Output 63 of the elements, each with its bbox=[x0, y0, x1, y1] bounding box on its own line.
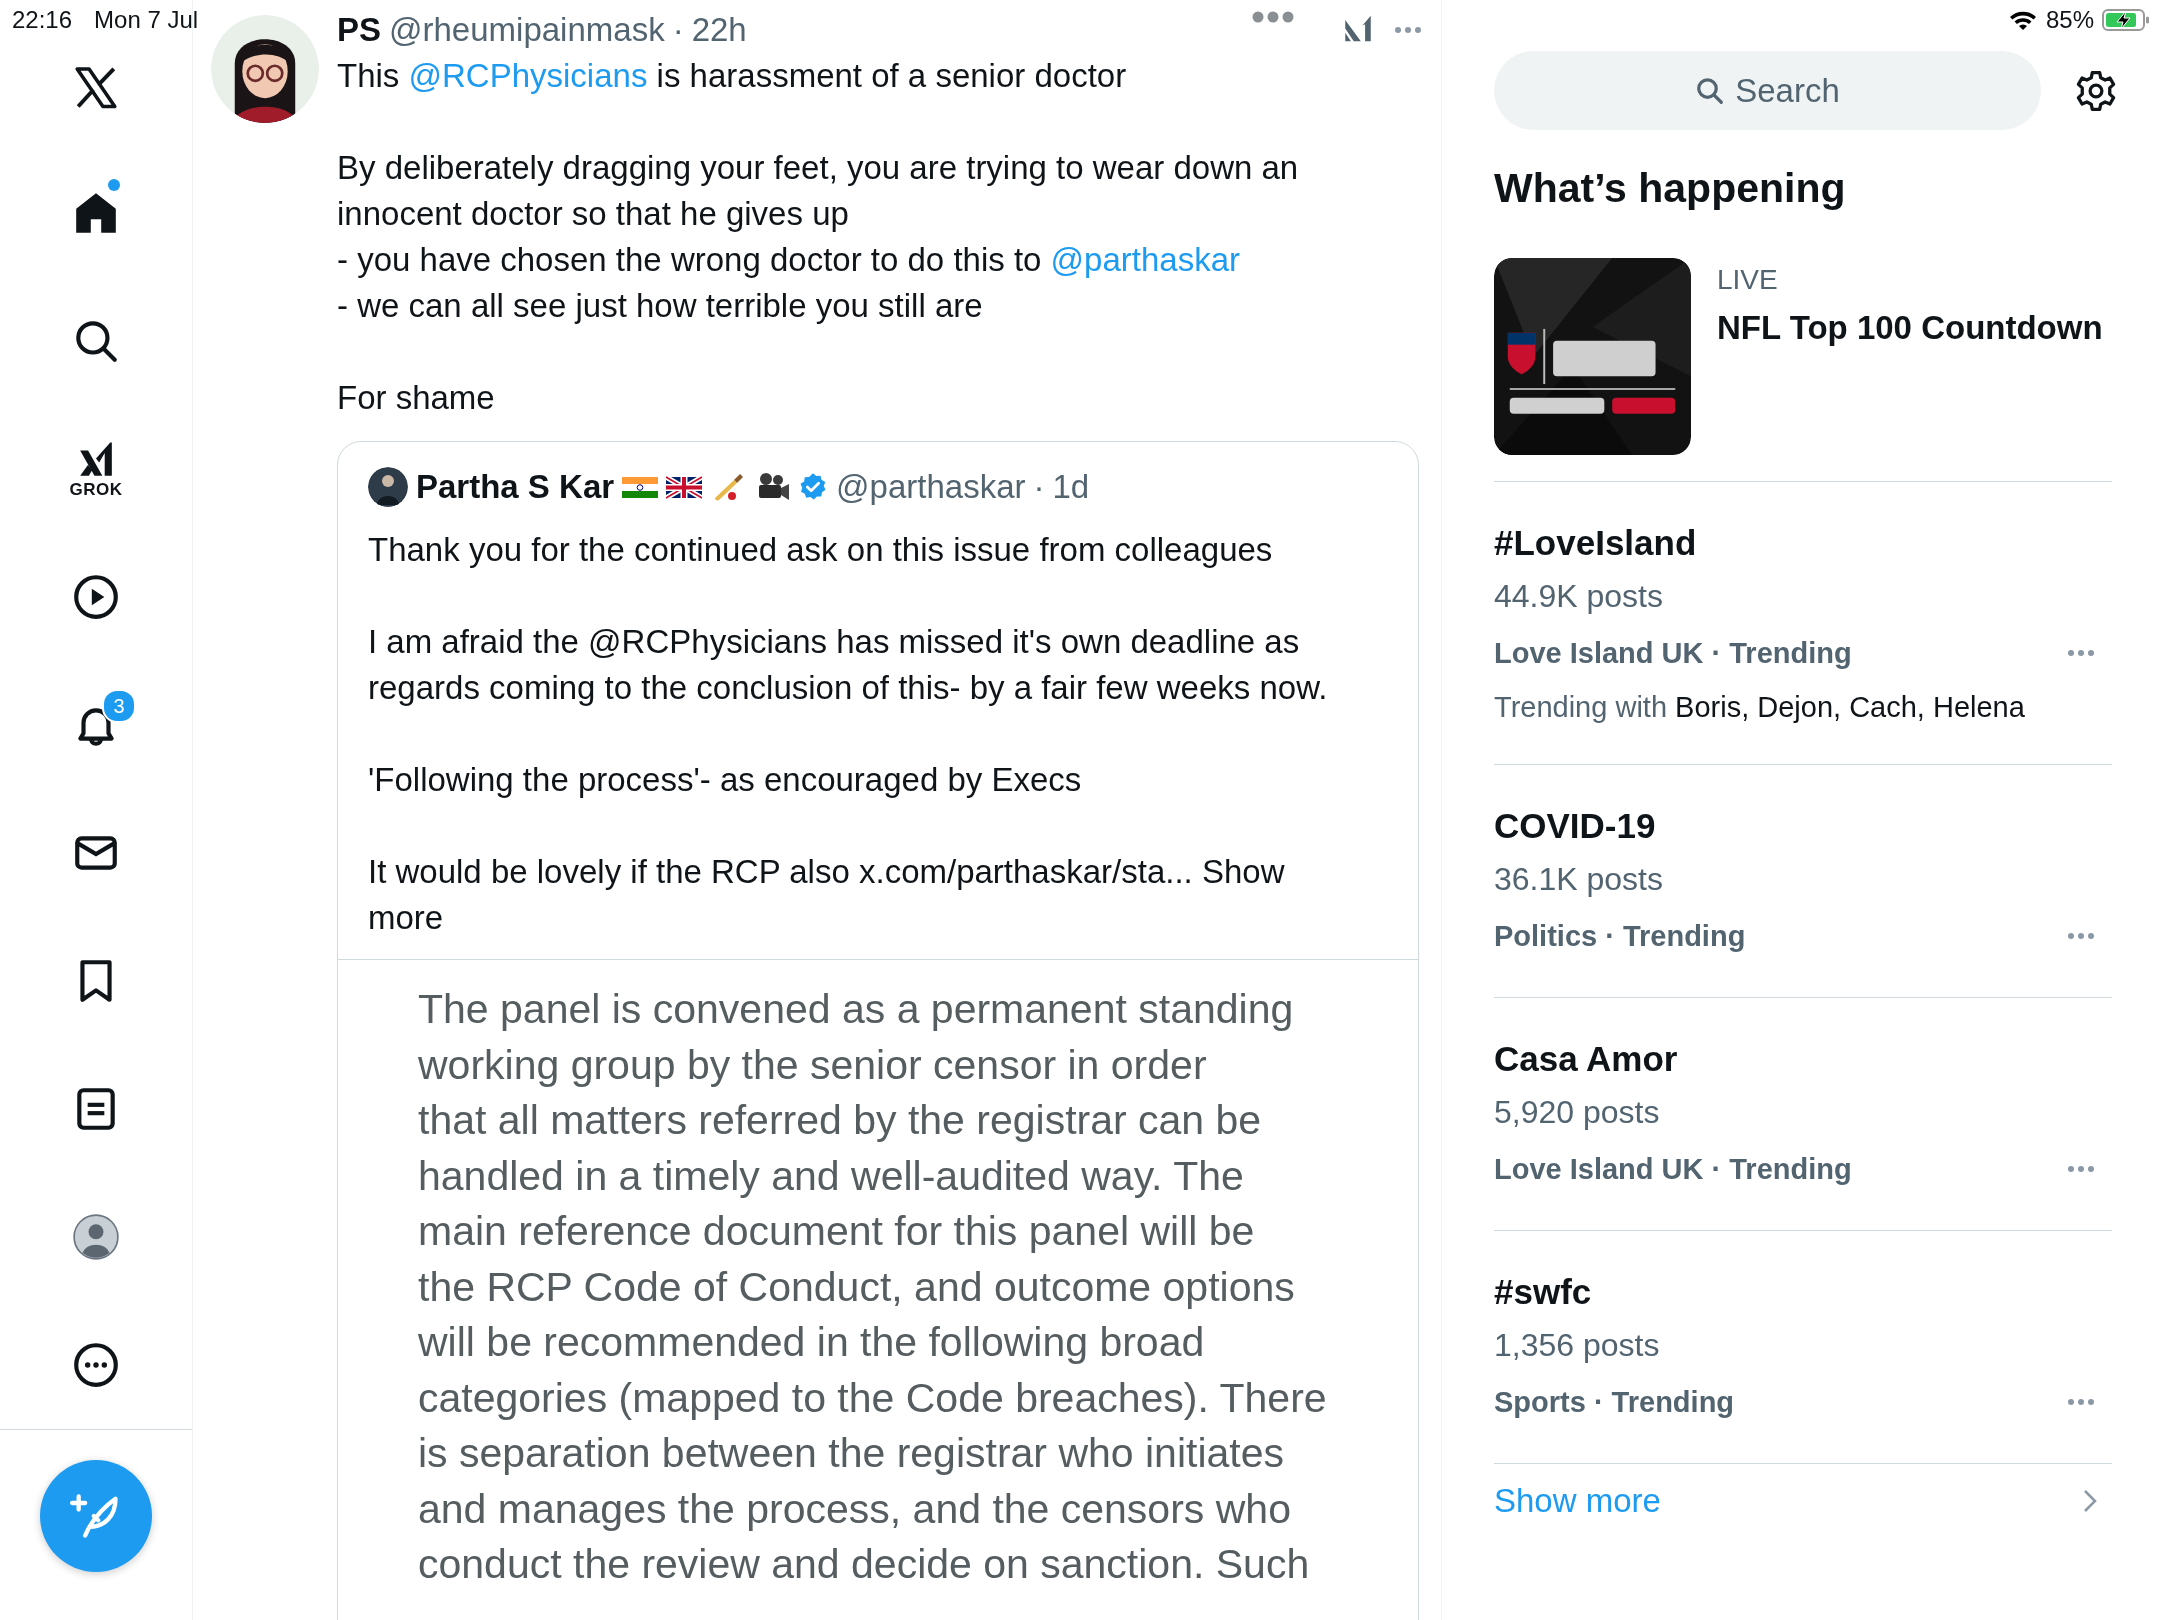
post-count: 36.1K posts bbox=[1494, 860, 1664, 899]
separator-dot: · bbox=[672, 11, 684, 49]
quoted-author-name[interactable]: Partha S Kar bbox=[416, 468, 615, 506]
trend-title[interactable]: COVID-19 bbox=[1494, 801, 2112, 851]
battery-percentage: 85% bbox=[2045, 6, 2094, 34]
section-heading: What’s happening bbox=[1494, 164, 1847, 213]
grok-nav-button[interactable]: GROK bbox=[36, 405, 156, 534]
separator-dot: · bbox=[1033, 468, 1045, 506]
post-text: - we can all see just how terrible you still are bbox=[337, 286, 984, 326]
document-text: the RCP Code of Conduct, and outcome options bbox=[418, 1262, 1296, 1312]
author-name[interactable]: PS bbox=[337, 11, 382, 49]
document-text: main reference document for this panel will be bbox=[418, 1207, 1256, 1256]
search-icon bbox=[1695, 75, 1726, 106]
compose-button[interactable] bbox=[40, 1460, 152, 1573]
trend-category: Politics · Trending bbox=[1494, 919, 1746, 954]
trend-title[interactable]: Casa Amor bbox=[1494, 1034, 2112, 1084]
more-icon[interactable] bbox=[1393, 25, 1423, 35]
status-date: Mon 7 Jul bbox=[94, 6, 199, 34]
document-text: and manages the process, and the censors who bbox=[418, 1484, 1292, 1534]
quoted-post-time: 1d bbox=[1052, 468, 1090, 506]
post-count: 5,920 posts bbox=[1494, 1093, 1661, 1132]
post-text: By deliberately dragging your feet, you are trying to wear down an innocent doctor so that he gives up bbox=[337, 148, 1300, 234]
document-text: is separation between the registrar who initiates bbox=[418, 1429, 1286, 1478]
more-icon[interactable] bbox=[2066, 648, 2096, 658]
live-event-card[interactable]: LIVE NFL Top 100 Countdown bbox=[1494, 258, 2112, 482]
trend-title[interactable]: #swfc bbox=[1494, 1267, 2112, 1317]
trend-category: Love Island UK · Trending bbox=[1494, 1152, 1852, 1187]
settings-icon[interactable] bbox=[2074, 68, 2118, 113]
trend-category: Sports · Trending bbox=[1494, 1385, 1735, 1420]
chevron-right-icon[interactable] bbox=[2082, 1488, 2098, 1514]
document-text: categories (mapped to the Code breaches). There bbox=[418, 1373, 1328, 1423]
quoted-post-text: Thank you for the continued ask on this issue from colleagues bbox=[368, 530, 1274, 570]
search-field[interactable]: Search bbox=[1494, 51, 2041, 130]
document-text: handled in a timely and well-audited way. The bbox=[418, 1151, 1245, 1201]
quoted-author-handle[interactable]: @parthaskar bbox=[836, 468, 1026, 506]
trend-category: Love Island UK · Trending bbox=[1494, 636, 1852, 671]
more-icon[interactable] bbox=[2066, 1397, 2096, 1407]
document-text: will be recommended in the following broad bbox=[418, 1318, 1206, 1367]
avatar-icon bbox=[368, 467, 408, 507]
more-icon[interactable] bbox=[2066, 931, 2096, 941]
trend-title[interactable]: #LoveIsland bbox=[1494, 518, 2112, 568]
notification-badge: 3 bbox=[102, 689, 136, 724]
document-text: that all matters referred by the registrar can be bbox=[418, 1096, 1263, 1145]
post-time: 22h bbox=[691, 11, 747, 49]
post-text: For shame bbox=[337, 378, 496, 418]
quoted-post-text: I am afraid the @RCPhysicians has missed it's own deadline as regards coming to the conclusion of this- by a fair few weeks now. bbox=[368, 622, 1329, 708]
quoted-post[interactable] bbox=[337, 441, 1419, 1620]
quoted-post-text: It would be lovely if the RCP also x.com/parthaskar/sta... Show more bbox=[368, 852, 1286, 938]
document-text: conduct the review and decide on sanction. Such bbox=[418, 1540, 1311, 1589]
document-text: working group by the senior censor in order bbox=[418, 1040, 1208, 1090]
live-label: LIVE bbox=[1717, 263, 1779, 297]
post-text: This @RCPhysicians is harassment of a senior doctor bbox=[337, 56, 1128, 96]
quoted-post-text: 'Following the process'- as encouraged by Execs bbox=[368, 760, 1083, 800]
more-icon[interactable] bbox=[2066, 1164, 2096, 1174]
status-time: 22:16 bbox=[12, 6, 73, 34]
post-count: 1,356 posts bbox=[1494, 1326, 1661, 1365]
multitasking-dots-icon[interactable] bbox=[1251, 10, 1295, 24]
post-count: 44.9K posts bbox=[1494, 577, 1664, 616]
document-text: The panel is convened as a permanent standing bbox=[418, 985, 1295, 1034]
author-handle[interactable]: @rheumipainmask bbox=[389, 11, 665, 49]
event-title: NFL Top 100 Countdown bbox=[1717, 308, 2103, 348]
trending-with-text: Trending with Boris, Dejon, Cach, Helena bbox=[1494, 690, 2026, 725]
post-text: - you have chosen the wrong doctor to do this to @parthaskar bbox=[337, 240, 1241, 280]
